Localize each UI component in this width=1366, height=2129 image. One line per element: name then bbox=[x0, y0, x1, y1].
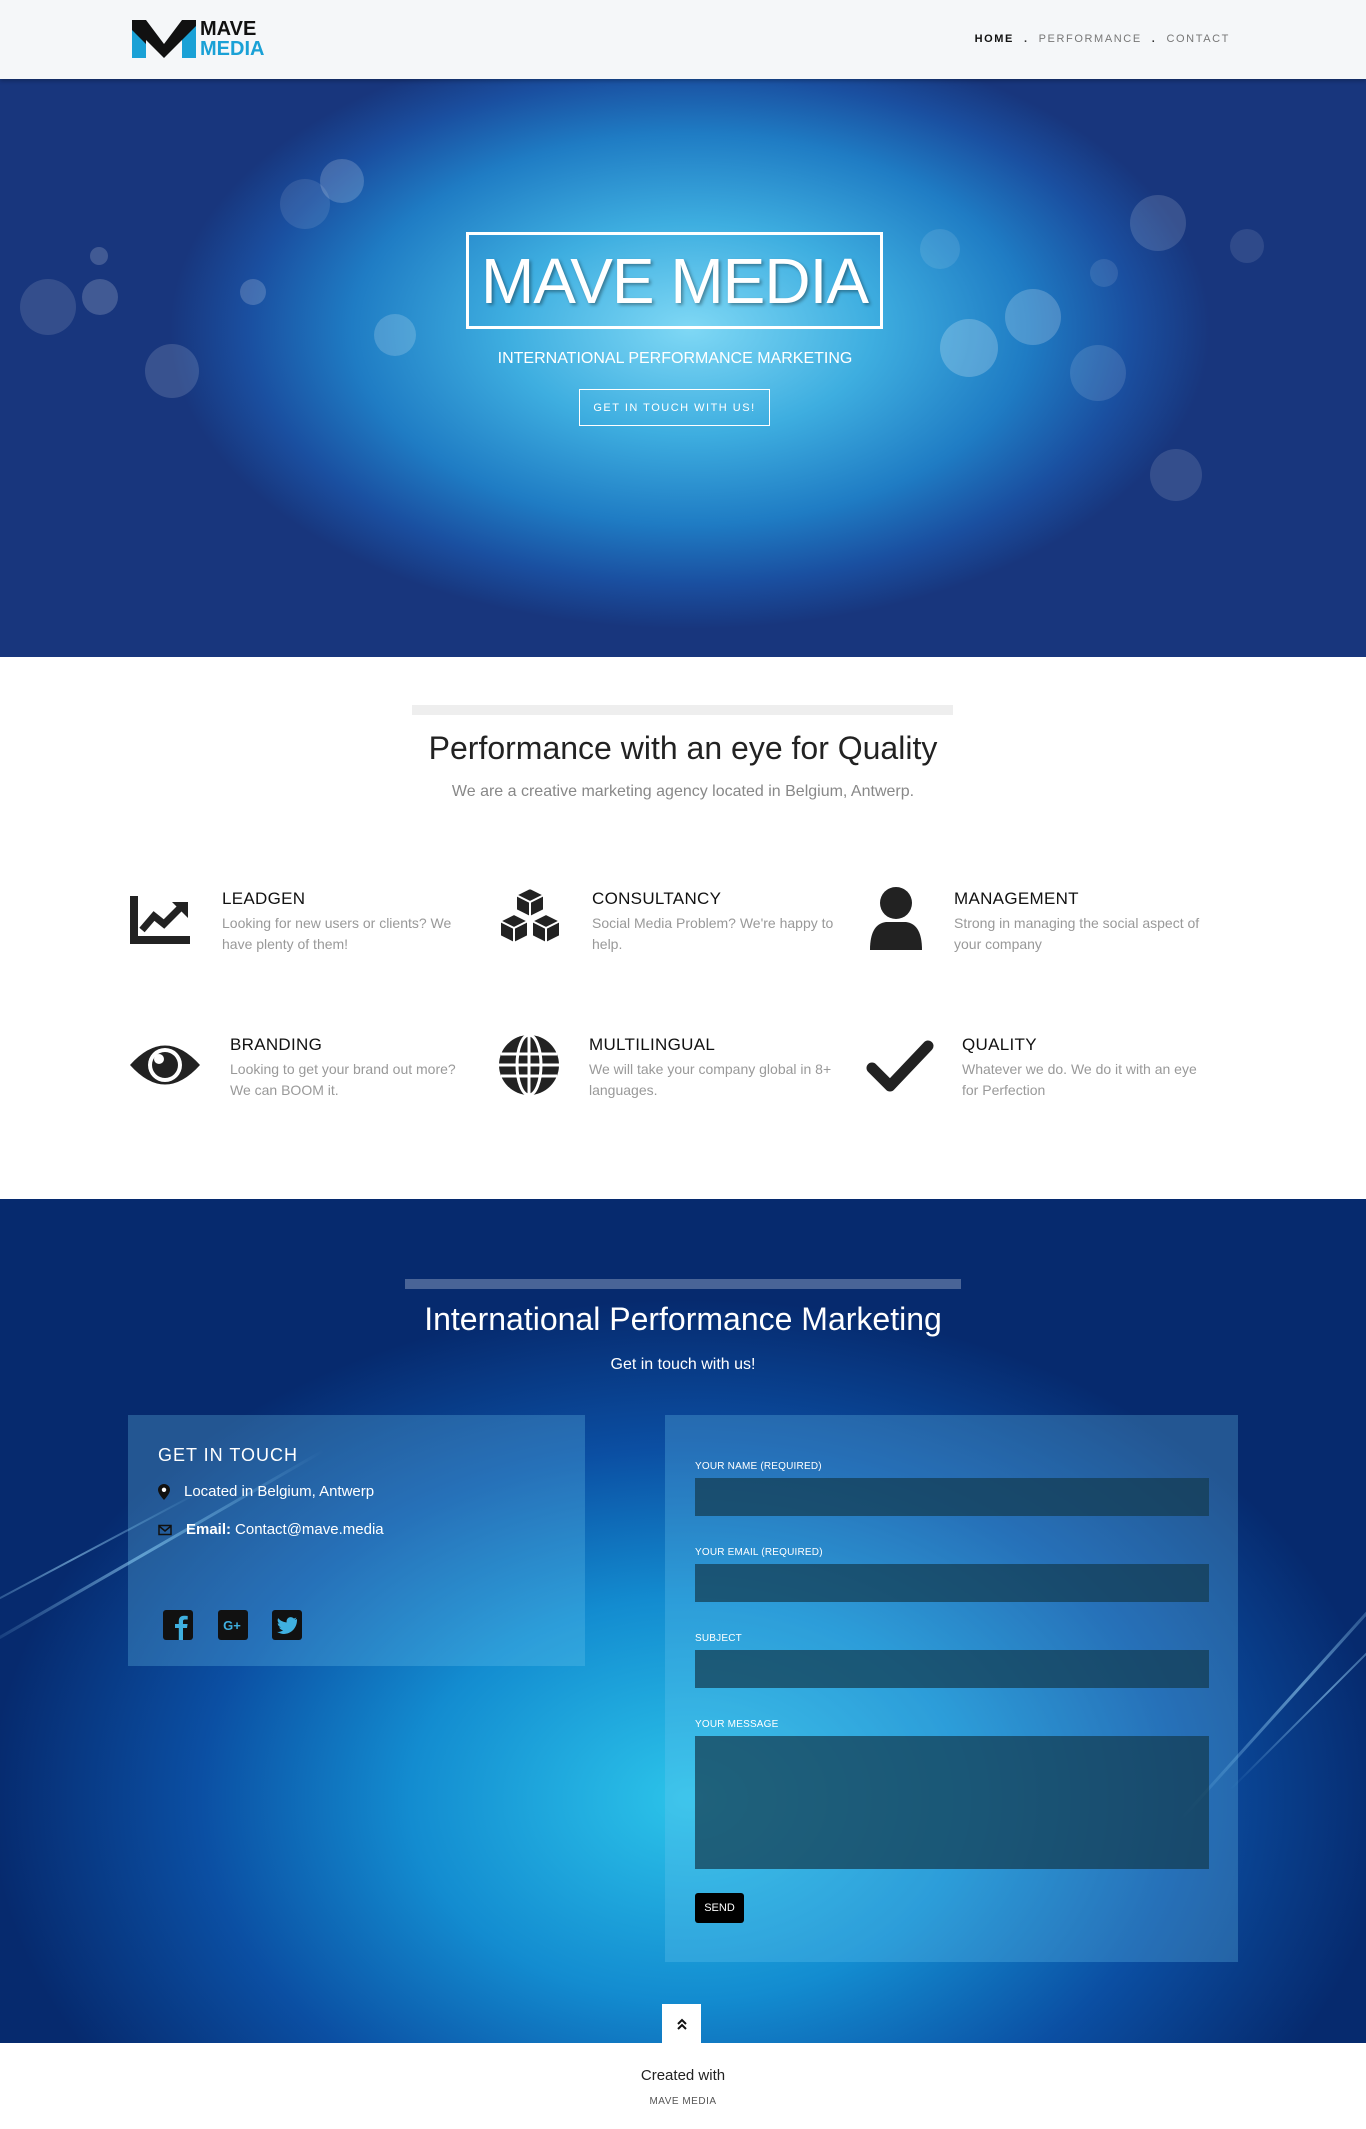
bokeh-decoration bbox=[82, 279, 118, 315]
feature-title: QUALITY bbox=[962, 1035, 1037, 1054]
hero-subtitle: INTERNATIONAL PERFORMANCE MARKETING bbox=[497, 350, 853, 367]
bokeh-decoration bbox=[1230, 229, 1264, 263]
bokeh-decoration bbox=[920, 229, 960, 269]
map-marker-icon bbox=[158, 1483, 170, 1500]
navbar: MAVE MEDIA HOME . PERFORMANCE . CONTACT bbox=[0, 0, 1366, 79]
hero-section: MAVE MEDIA INTERNATIONAL PERFORMANCE MAR… bbox=[0, 79, 1366, 657]
subject-field[interactable] bbox=[695, 1650, 1209, 1688]
twitter-icon[interactable] bbox=[271, 1609, 303, 1641]
contact-info-heading: GET IN TOUCH bbox=[158, 1445, 299, 1465]
message-label: YOUR MESSAGE bbox=[695, 1719, 779, 1730]
feature-title: CONSULTANCY bbox=[592, 889, 722, 908]
chart-line-icon bbox=[130, 896, 190, 944]
logo[interactable]: MAVE MEDIA bbox=[130, 18, 264, 60]
feature-text: We will take your company global in 8+ l… bbox=[589, 1061, 832, 1098]
back-to-top-button[interactable] bbox=[662, 2004, 701, 2043]
feature-leadgen: LEADGEN Looking for new users or clients… bbox=[128, 886, 468, 966]
feature-text: Whatever we do. We do it with an eye for… bbox=[962, 1061, 1197, 1098]
feature-multilingual: MULTILINGUAL We will take your company g… bbox=[497, 1032, 837, 1112]
name-field[interactable] bbox=[695, 1478, 1209, 1516]
email-link[interactable]: Contact@mave.media bbox=[235, 1521, 384, 1538]
globe-icon bbox=[499, 1033, 559, 1097]
subject-label: SUBJECT bbox=[695, 1633, 742, 1644]
feature-consultancy: CONSULTANCY Social Media Problem? We're … bbox=[497, 886, 837, 966]
feature-title: BRANDING bbox=[230, 1035, 323, 1054]
location-text: Located in Belgium, Antwerp bbox=[184, 1483, 375, 1500]
double-chevron-up-icon bbox=[676, 2018, 687, 2030]
feature-text: Looking to get your brand out more? We c… bbox=[230, 1061, 456, 1098]
nav-separator: . bbox=[1151, 33, 1157, 45]
feature-text: Strong in managing the social aspect of … bbox=[954, 915, 1200, 952]
logo-line2: MEDIA bbox=[200, 38, 265, 60]
nav-performance[interactable]: PERFORMANCE bbox=[1039, 33, 1142, 45]
performance-title: Performance with an eye for Quality bbox=[428, 730, 938, 766]
get-in-touch-button[interactable]: GET IN TOUCH WITH US! bbox=[579, 389, 770, 426]
bokeh-decoration bbox=[90, 247, 108, 265]
logo-line1: MAVE bbox=[200, 18, 257, 40]
nav-contact[interactable]: CONTACT bbox=[1166, 33, 1230, 45]
email-label: YOUR EMAIL (REQUIRED) bbox=[695, 1547, 823, 1558]
google-plus-icon[interactable]: G+ bbox=[217, 1609, 249, 1641]
nav-home[interactable]: HOME bbox=[975, 33, 1014, 45]
user-icon bbox=[870, 887, 922, 950]
feature-quality: QUALITY Whatever we do. We do it with an… bbox=[866, 1032, 1206, 1112]
contact-form: YOUR NAME (REQUIRED) YOUR EMAIL (REQUIRE… bbox=[665, 1415, 1238, 1962]
bokeh-decoration bbox=[1005, 289, 1061, 345]
email-label: Email: bbox=[186, 1521, 232, 1538]
feature-title: LEADGEN bbox=[222, 889, 306, 908]
send-button[interactable]: SEND bbox=[695, 1893, 744, 1923]
eye-icon bbox=[130, 1045, 200, 1085]
bokeh-decoration bbox=[1090, 259, 1118, 287]
bokeh-decoration bbox=[1150, 449, 1202, 501]
bokeh-decoration bbox=[20, 279, 76, 335]
bokeh-decoration bbox=[940, 319, 998, 377]
feature-management: MANAGEMENT Strong in managing the social… bbox=[866, 886, 1206, 966]
name-label: YOUR NAME (REQUIRED) bbox=[695, 1461, 822, 1472]
email-row: Email: Contact@mave.media bbox=[158, 1521, 384, 1538]
performance-subtitle: We are a creative marketing agency locat… bbox=[451, 783, 915, 800]
nav-menu: HOME . PERFORMANCE . CONTACT bbox=[975, 33, 1230, 45]
hero-title: MAVE MEDIA bbox=[480, 244, 869, 317]
feature-branding: BRANDING Looking to get your brand out m… bbox=[128, 1032, 468, 1112]
nav-separator: . bbox=[1023, 33, 1029, 45]
contact-title: International Performance Marketing bbox=[424, 1301, 942, 1337]
section-divider bbox=[412, 705, 953, 715]
feature-text: Social Media Problem? We're happy to hel… bbox=[592, 915, 834, 952]
footer-brand[interactable]: MAVE MEDIA bbox=[0, 2096, 1366, 2107]
svg-text:G+: G+ bbox=[223, 1618, 241, 1633]
cubes-icon bbox=[499, 886, 561, 945]
bokeh-decoration bbox=[240, 279, 266, 305]
facebook-icon[interactable] bbox=[162, 1609, 194, 1641]
contact-section: International Performance Marketing Get … bbox=[0, 1199, 1366, 2043]
bokeh-decoration bbox=[1130, 195, 1186, 251]
contact-subtitle: Get in touch with us! bbox=[610, 1356, 756, 1373]
feature-text: Looking for new users or clients? We hav… bbox=[222, 915, 452, 952]
logo-m-icon bbox=[132, 20, 196, 58]
contact-info-panel: GET IN TOUCH Located in Belgium, Antwerp… bbox=[128, 1415, 585, 1666]
location-row: Located in Belgium, Antwerp bbox=[158, 1483, 374, 1500]
feature-title: MANAGEMENT bbox=[954, 889, 1079, 908]
hero-title-box: MAVE MEDIA bbox=[466, 232, 883, 329]
message-field[interactable] bbox=[695, 1736, 1209, 1869]
feature-title: MULTILINGUAL bbox=[589, 1035, 716, 1054]
envelope-icon bbox=[158, 1524, 172, 1535]
section-divider bbox=[405, 1279, 961, 1289]
bokeh-decoration bbox=[280, 179, 330, 229]
checkmark-icon bbox=[866, 1040, 934, 1092]
email-field[interactable] bbox=[695, 1564, 1209, 1602]
footer-created-with: Created with bbox=[640, 2067, 726, 2084]
